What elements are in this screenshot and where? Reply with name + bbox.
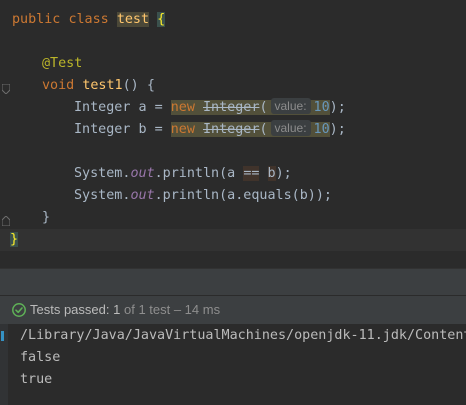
brace: } [42,210,51,225]
method-name: test1 [82,78,123,93]
console-line-output: false [20,350,61,365]
keyword: new [170,122,195,137]
type-name: Integer [74,100,131,115]
status-detail: of 1 test – 14 ms [123,302,221,317]
parameter-hint: value: [270,98,311,114]
brace: { [157,12,166,27]
run-console[interactable]: /Library/Java/JavaVirtualMachines/openjd… [0,324,466,405]
code-line-println-equals-op: System.out.println(a == b); [0,163,466,185]
number: 10 [313,122,330,137]
check-circle-icon [12,303,26,317]
deprecated-constructor: Integer [203,100,260,115]
test-status-bar: Tests passed: 1 of 1 test – 14 ms [0,295,466,325]
paren: ); [329,100,346,115]
parameter-hint: value: [270,120,311,136]
static-field: out [130,166,155,181]
code-line-class-decl: public class test { [0,9,466,31]
method-call: .println(a.equals(b)); [154,188,332,203]
variable: a [138,100,147,115]
keyword: class [68,12,109,27]
console-line-output: true [20,372,53,387]
status-count: 1 [113,302,121,317]
operator: = [154,122,163,137]
deprecated-constructor: Integer [203,122,260,137]
code-line-annotation: @Test [0,53,466,75]
type-name: Integer [74,122,131,137]
paren: ); [329,122,346,137]
code-line-integer-a: Integer a = new Integer(value: 10); [0,97,466,119]
keyword: public [12,12,61,27]
paren: ); [275,166,292,181]
keyword: void [42,78,75,93]
paren: ( [259,100,268,115]
parens: () [122,78,139,93]
keyword: new [170,100,195,115]
operator: == [243,166,260,181]
variable: b [138,122,147,137]
operator: = [154,100,163,115]
code-line-method-close: } [0,207,466,229]
code-editor[interactable]: public class test { @Test void test1() {… [0,0,466,268]
code-line-println-equals-method: System.out.println(a.equals(b)); [0,185,466,207]
annotation: @Test [42,56,83,71]
brace: } [10,232,19,247]
panel-divider[interactable] [0,268,466,296]
test-status-text: Tests passed: 1 of 1 test – 14 ms [30,302,220,318]
class-name: test [116,12,150,27]
brace: { [146,78,155,93]
number: 10 [313,100,330,115]
code-line-method-decl: void test1() { [0,75,466,97]
variable: b [267,166,276,181]
class-ref: System. [74,166,131,181]
method-call: .println(a [154,166,244,181]
code-line-integer-b: Integer b = new Integer(value: 10); [0,119,466,141]
class-ref: System. [74,188,131,203]
paren: ( [259,122,268,137]
status-label: Tests passed: [30,302,110,317]
console-marker-icon [0,328,8,342]
console-line-path: /Library/Java/JavaVirtualMachines/openjd… [20,328,466,343]
console-gutter [0,324,8,405]
code-line-class-close: } [0,229,466,251]
static-field: out [130,188,155,203]
